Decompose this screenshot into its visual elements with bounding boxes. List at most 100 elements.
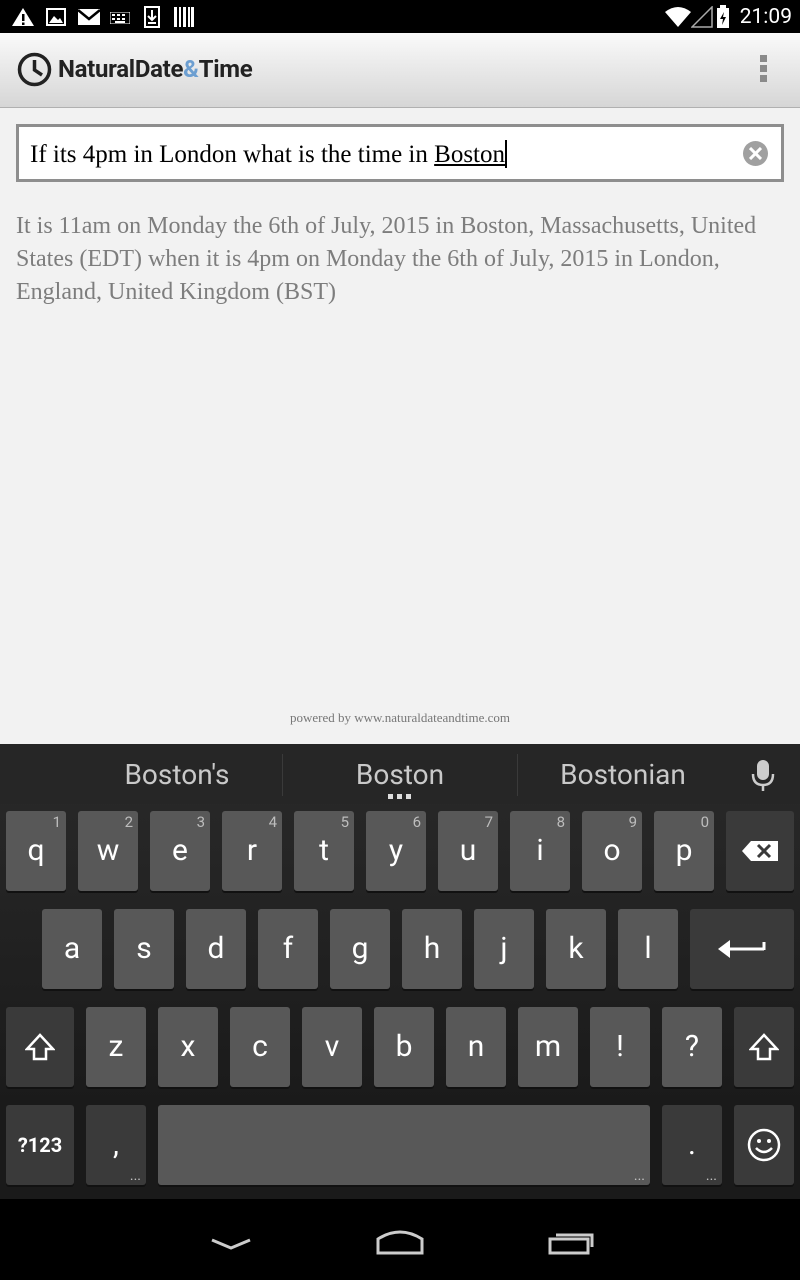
powered-by-text[interactable]: powered by www.naturaldateandtime.com	[0, 710, 800, 726]
symbols-key[interactable]: ?123	[6, 1105, 74, 1185]
key-j[interactable]: j	[474, 909, 534, 989]
overflow-menu-button[interactable]	[758, 55, 768, 87]
key-f[interactable]: f	[258, 909, 318, 989]
key-hint: 5	[340, 813, 349, 831]
key-hint: 6	[412, 813, 421, 831]
overflow-dot	[759, 75, 767, 82]
image-icon	[46, 8, 66, 26]
suggestion-strip: Boston's Boston Bostonian	[0, 744, 800, 804]
space-key[interactable]: ...	[158, 1105, 650, 1185]
key-hint: 2	[124, 813, 133, 831]
result-text: It is 11am on Monday the 6th of July, 20…	[16, 213, 757, 305]
shift-icon	[24, 1033, 56, 1061]
key-label: u	[459, 833, 477, 868]
query-input[interactable]: If its 4pm in London what is the time in…	[16, 124, 784, 182]
gmail-icon	[77, 9, 101, 25]
download-icon	[144, 6, 160, 28]
suggestion-divider	[517, 754, 518, 796]
app-title-part2: Time	[198, 55, 253, 83]
battery-icon	[717, 5, 729, 28]
emoji-key[interactable]	[734, 1105, 794, 1185]
key-r[interactable]: r4	[222, 811, 282, 891]
key-v[interactable]: v	[302, 1007, 362, 1087]
query-text-composing: Boston	[434, 141, 505, 168]
key-label: w	[96, 833, 120, 868]
key-label: r	[246, 833, 258, 868]
close-icon	[749, 147, 762, 160]
screen: 21:09 NaturalDate&Time If its 4pm in Lon…	[0, 0, 800, 1280]
signal-icon	[691, 6, 713, 28]
query-text[interactable]: If its 4pm in London what is the time in…	[30, 140, 507, 169]
key-i[interactable]: i8	[510, 811, 570, 891]
key-c[interactable]: c	[230, 1007, 290, 1087]
app-title-part1: NaturalDate	[58, 55, 184, 83]
key-l[interactable]: l	[618, 909, 678, 989]
key-p[interactable]: p0	[654, 811, 714, 891]
key-t[interactable]: t5	[294, 811, 354, 891]
key-g[interactable]: g	[330, 909, 390, 989]
action-bar: NaturalDate&Time	[0, 33, 800, 108]
key-hint: 1	[52, 813, 61, 831]
suggestion-1[interactable]: Boston	[305, 758, 495, 791]
recent-apps-icon[interactable]	[548, 1229, 596, 1255]
key-q[interactable]: q1	[6, 811, 66, 891]
key-label: e	[172, 833, 188, 868]
suggestion-0[interactable]: Boston's	[82, 758, 272, 791]
status-bar: 21:09	[0, 0, 800, 33]
keyboard-icon	[110, 12, 130, 24]
key-n[interactable]: n	[446, 1007, 506, 1087]
key-o[interactable]: o9	[582, 811, 642, 891]
suggestion-2[interactable]: Bostonian	[528, 758, 718, 791]
soft-keyboard: Boston's Boston Bostonian q1 w2 e3 r4 t5…	[0, 744, 800, 1199]
key-d[interactable]: d	[186, 909, 246, 989]
overflow-dot	[759, 65, 767, 72]
clear-query-button[interactable]	[743, 141, 768, 166]
enter-key[interactable]	[690, 909, 794, 989]
key-z[interactable]: z	[86, 1007, 146, 1087]
key-more-indicator: ...	[705, 1168, 717, 1184]
key-e[interactable]: e3	[150, 811, 210, 891]
home-icon[interactable]	[374, 1227, 426, 1255]
overflow-dot	[759, 55, 767, 62]
key-exclamation[interactable]: !	[590, 1007, 650, 1087]
query-text-main: If its 4pm in London what is the time in	[30, 141, 435, 168]
shift-icon	[748, 1033, 780, 1061]
shift-key-right[interactable]	[734, 1007, 794, 1087]
key-w[interactable]: w2	[78, 811, 138, 891]
key-hint: 3	[196, 813, 205, 831]
key-s[interactable]: s	[114, 909, 174, 989]
key-x[interactable]: x	[158, 1007, 218, 1087]
key-hint: 7	[484, 813, 493, 831]
enter-arrow-icon	[718, 940, 766, 958]
key-question[interactable]: ?	[662, 1007, 722, 1087]
key-label: o	[603, 833, 621, 868]
text-cursor	[505, 140, 507, 168]
navigation-bar	[0, 1199, 800, 1280]
key-more-indicator: ...	[633, 1168, 645, 1184]
key-h[interactable]: h	[402, 909, 462, 989]
status-time: 21:09	[739, 5, 792, 29]
backspace-icon	[742, 841, 778, 861]
smiley-icon	[747, 1128, 781, 1162]
key-label: y	[388, 833, 404, 868]
key-y[interactable]: y6	[366, 811, 426, 891]
key-label: .	[688, 1127, 696, 1162]
key-hint: 4	[268, 813, 277, 831]
key-label: i	[536, 833, 544, 868]
key-u[interactable]: u7	[438, 811, 498, 891]
shift-key-left[interactable]	[6, 1007, 74, 1087]
key-k[interactable]: k	[546, 909, 606, 989]
backspace-key[interactable]	[726, 811, 794, 891]
key-a[interactable]: a	[42, 909, 102, 989]
key-hint: 0	[700, 813, 709, 831]
suggestion-divider	[282, 754, 283, 796]
key-b[interactable]: b	[374, 1007, 434, 1087]
key-period[interactable]: ....	[662, 1105, 722, 1185]
key-comma[interactable]: ,...	[86, 1105, 146, 1185]
microphone-icon[interactable]	[751, 760, 775, 792]
back-chevron-icon[interactable]	[210, 1237, 252, 1251]
key-label: p	[675, 833, 693, 868]
key-label: ,	[113, 1127, 119, 1162]
key-m[interactable]: m	[518, 1007, 578, 1087]
app-title-amp: &	[183, 55, 199, 83]
